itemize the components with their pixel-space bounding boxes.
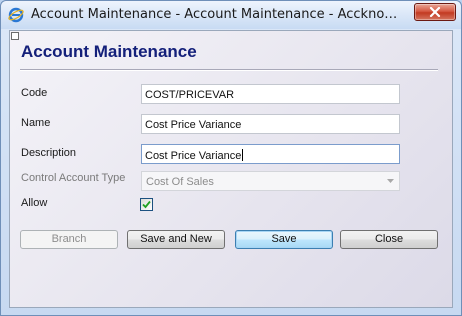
control-account-type-label: Control Account Type [21, 172, 126, 184]
branch-button[interactable]: Branch [20, 230, 118, 249]
text-caret [242, 149, 244, 161]
allow-checkbox[interactable] [140, 198, 153, 211]
close-icon [429, 7, 441, 17]
save-and-new-button[interactable]: Save and New [127, 230, 225, 249]
code-field[interactable]: COST/PRICEVAR [141, 84, 400, 104]
window-close-button[interactable] [414, 3, 456, 21]
save-button[interactable]: Save [235, 230, 333, 249]
system-menu-box[interactable] [11, 32, 19, 40]
name-field[interactable]: Cost Price Variance [141, 114, 400, 134]
close-button[interactable]: Close [340, 230, 438, 249]
description-value: Cost Price Variance [145, 150, 242, 162]
description-field[interactable]: Cost Price Variance [141, 144, 400, 164]
description-label: Description [21, 147, 77, 159]
form-panel: Account Maintenance Code COST/PRICEVAR N… [9, 30, 453, 308]
title-bar[interactable]: Account Maintenance - Account Maintenanc… [1, 1, 461, 29]
control-account-type-value: Cost Of Sales [146, 176, 214, 188]
chevron-down-icon [387, 179, 394, 183]
name-label: Name [21, 117, 51, 129]
checkmark-icon [142, 200, 151, 209]
code-label: Code [21, 87, 48, 99]
window-title: Account Maintenance - Account Maintenanc… [31, 7, 406, 22]
heading-divider [20, 69, 438, 71]
form-heading: Account Maintenance [21, 42, 197, 61]
allow-label: Allow [21, 197, 48, 209]
control-account-type-select[interactable]: Cost Of Sales [141, 171, 400, 191]
dialog-window: Account Maintenance - Account Maintenanc… [0, 0, 462, 316]
ie-app-icon[interactable] [8, 7, 24, 23]
